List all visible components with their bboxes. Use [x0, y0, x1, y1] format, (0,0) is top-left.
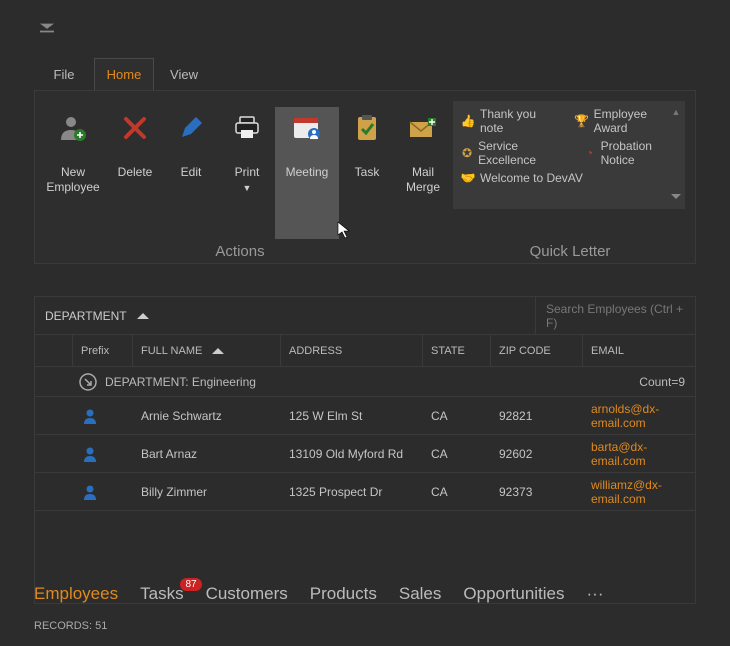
ribbon-tab-file[interactable]: File	[34, 58, 94, 90]
search-input[interactable]: Search Employees (Ctrl + F)	[535, 297, 695, 334]
ribbon-tab-view[interactable]: View	[154, 58, 214, 90]
cell-email[interactable]: williamz@dx-email.com	[583, 473, 695, 510]
scroll-up-icon[interactable]: ▲	[672, 107, 681, 117]
cell-state: CA	[423, 435, 491, 472]
tasks-badge: 87	[180, 578, 201, 591]
column-email[interactable]: EMAIL	[583, 335, 695, 366]
cell-name: Billy Zimmer	[133, 473, 281, 510]
task-button[interactable]: Task	[339, 107, 395, 239]
cell-state: CA	[423, 473, 491, 510]
cell-name: Bart Arnaz	[133, 435, 281, 472]
app-menu-icon[interactable]	[40, 22, 54, 36]
cell-address: 125 W Elm St	[281, 397, 423, 434]
ribbon-group-label-quickletter: Quick Letter	[445, 243, 695, 260]
cell-address: 1325 Prospect Dr	[281, 473, 423, 510]
rosette-icon: ✪	[461, 146, 473, 160]
quick-letter-welcome[interactable]: 🤝Welcome to DevAV	[461, 171, 583, 185]
pencil-icon	[174, 111, 208, 145]
column-zip[interactable]: ZIP CODE	[491, 335, 583, 366]
ribbon-tab-home[interactable]: Home	[94, 58, 154, 90]
action-label: Delete	[118, 165, 153, 180]
quick-letter-employee-award[interactable]: 🏆Employee Award	[575, 107, 677, 135]
handshake-icon: 🤝	[461, 171, 475, 185]
cell-zip: 92373	[491, 473, 583, 510]
nav-opportunities[interactable]: Opportunities	[463, 584, 564, 604]
thumbs-up-icon: 👍	[461, 114, 475, 128]
mail-merge-button[interactable]: Mail Merge	[395, 107, 451, 239]
action-label: Task	[355, 165, 380, 180]
table-row[interactable]: Billy Zimmer 1325 Prospect Dr CA 92373 w…	[35, 473, 695, 511]
printer-icon	[230, 111, 264, 145]
cursor-icon	[337, 221, 351, 242]
trophy-icon: 🏆	[575, 114, 589, 128]
action-label: Edit	[181, 165, 202, 180]
action-label: Mail Merge	[395, 165, 451, 195]
mail-merge-icon	[406, 111, 440, 145]
quick-letter-service-excellence[interactable]: ✪Service Excellence	[461, 139, 566, 167]
action-label: Meeting	[286, 165, 329, 180]
column-state[interactable]: STATE	[423, 335, 491, 366]
sort-asc-icon	[137, 311, 149, 321]
clipboard-check-icon	[350, 111, 384, 145]
nav-customers[interactable]: Customers	[206, 584, 288, 604]
group-row[interactable]: DEPARTMENT: Engineering Count=9	[35, 367, 695, 397]
clock-warning-icon: ◔	[584, 146, 596, 160]
quick-letter-probation-notice[interactable]: ◔Probation Notice	[584, 139, 678, 167]
nav-sales[interactable]: Sales	[399, 584, 442, 604]
group-by-field[interactable]: DEPARTMENT	[45, 309, 149, 323]
person-icon	[81, 483, 99, 501]
person-icon	[81, 407, 99, 425]
cell-name: Arnie Schwartz	[133, 397, 281, 434]
cell-address: 13109 Old Myford Rd	[281, 435, 423, 472]
action-label: Print▼	[235, 165, 260, 196]
new-employee-button[interactable]: New Employee	[39, 107, 107, 239]
group-row-label: DEPARTMENT: Engineering	[105, 375, 256, 389]
delete-x-icon	[118, 111, 152, 145]
column-full-name[interactable]: FULL NAME	[133, 335, 281, 366]
quick-letter-thank-you[interactable]: 👍Thank you note	[461, 107, 557, 135]
edit-button[interactable]: Edit	[163, 107, 219, 239]
table-row[interactable]: Arnie Schwartz 125 W Elm St CA 92821 arn…	[35, 397, 695, 435]
calendar-meeting-icon	[290, 111, 324, 145]
cell-state: CA	[423, 397, 491, 434]
cell-zip: 92602	[491, 435, 583, 472]
column-prefix[interactable]: Prefix	[73, 335, 133, 366]
meeting-button[interactable]: Meeting	[275, 107, 339, 239]
delete-button[interactable]: Delete	[107, 107, 163, 239]
quick-letter-panel: 👍Thank you note 🏆Employee Award ✪Service…	[453, 101, 685, 209]
cell-email[interactable]: arnolds@dx-email.com	[583, 397, 695, 434]
sort-asc-icon	[212, 347, 224, 355]
expand-gallery-icon[interactable]	[671, 189, 681, 203]
cell-email[interactable]: barta@dx-email.com	[583, 435, 695, 472]
action-label: New Employee	[39, 165, 107, 195]
person-add-icon	[56, 111, 90, 145]
chevron-down-icon: ▼	[243, 183, 252, 193]
nav-overflow[interactable]: ···	[587, 584, 604, 604]
cell-zip: 92821	[491, 397, 583, 434]
group-row-count: Count=9	[639, 375, 685, 389]
nav-employees[interactable]: Employees	[34, 584, 118, 604]
nav-tasks[interactable]: Tasks87	[140, 584, 183, 604]
column-address[interactable]: ADDRESS	[281, 335, 423, 366]
collapse-group-icon	[79, 373, 97, 391]
ribbon-group-label-actions: Actions	[35, 243, 445, 260]
status-records: RECORDS: 51	[34, 620, 107, 632]
nav-products[interactable]: Products	[310, 584, 377, 604]
table-row[interactable]: Bart Arnaz 13109 Old Myford Rd CA 92602 …	[35, 435, 695, 473]
column-expander	[35, 335, 73, 366]
person-icon	[81, 445, 99, 463]
print-button[interactable]: Print▼	[219, 107, 275, 239]
